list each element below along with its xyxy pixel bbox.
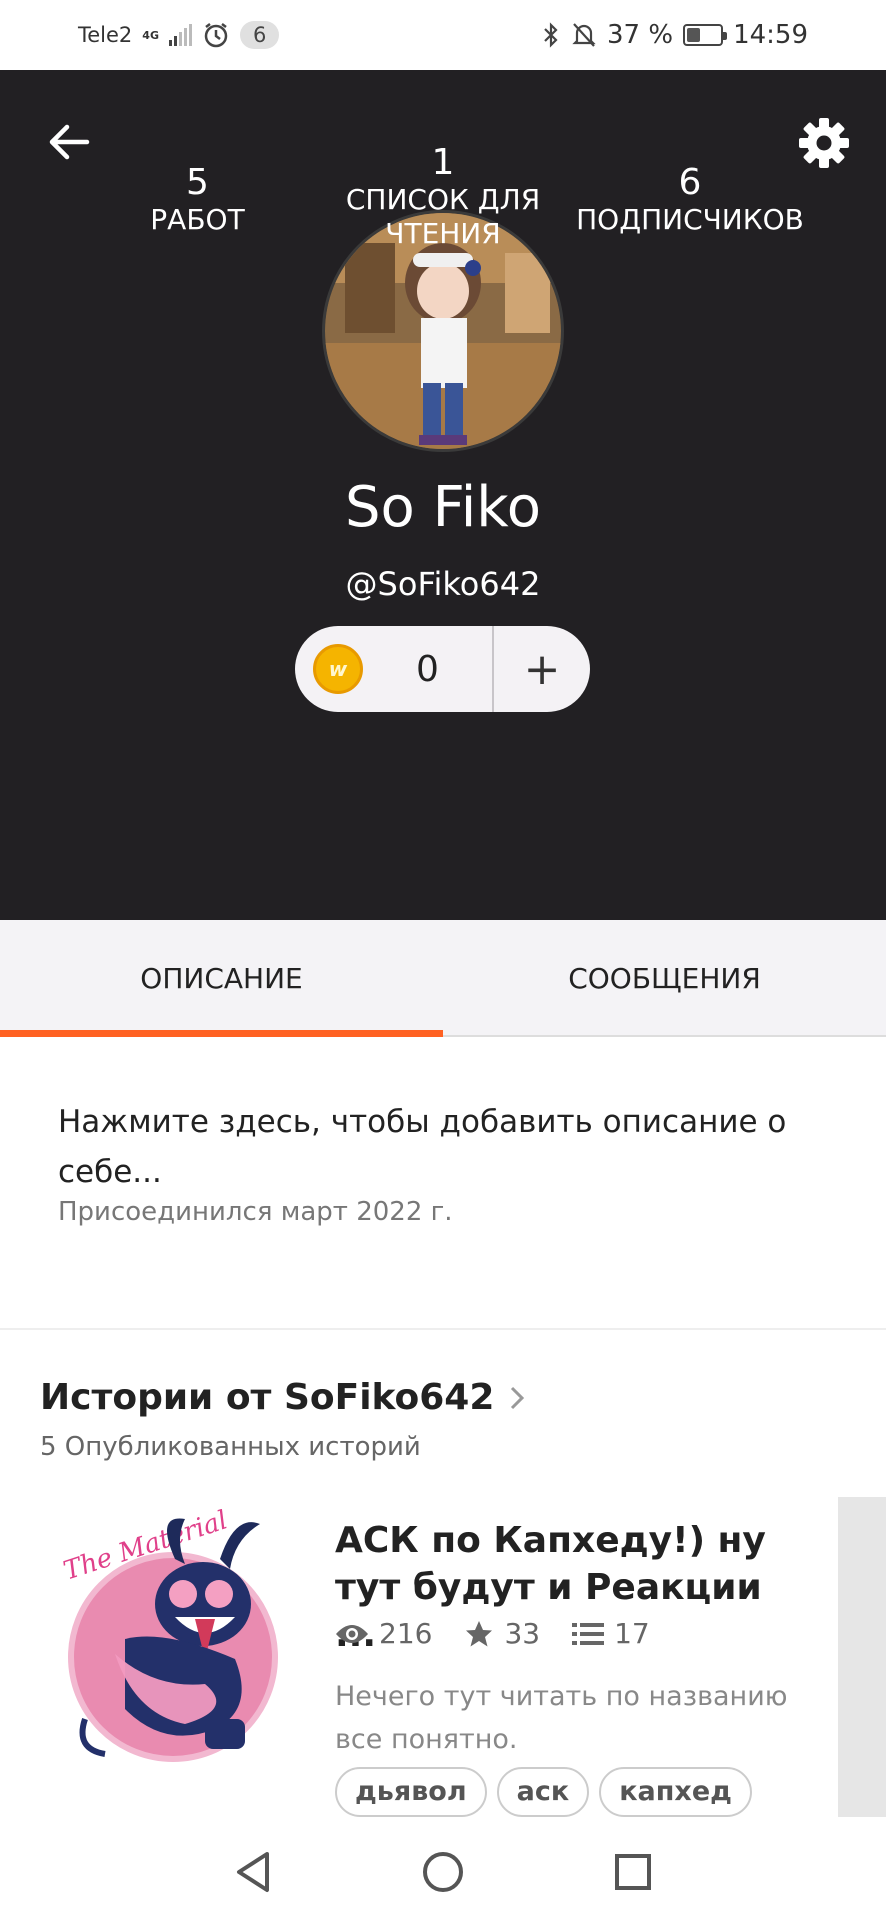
square-recents-icon: [615, 1854, 651, 1890]
reading-label-line2: ЧТЕНИЯ: [385, 217, 501, 250]
circle-home-icon: [423, 1852, 463, 1892]
coin-icon: w: [313, 644, 363, 694]
tag-chip[interactable]: аск: [496, 1767, 590, 1817]
signal-icon: [168, 24, 192, 46]
username: @SoFiko642: [345, 565, 541, 603]
triangle-back-icon: [237, 1852, 269, 1892]
stories-title: Истории от SoFiko642: [40, 1377, 495, 1418]
status-bar: Tele2 4G 6 37 % 14:59: [0, 0, 886, 70]
stories-count: 5 Опубликованных историй: [40, 1432, 421, 1462]
mute-icon: [572, 23, 596, 47]
tag-chip[interactable]: капхед: [599, 1767, 752, 1817]
parts-stat: 17: [572, 1617, 650, 1650]
stat-reading-lists[interactable]: 1 СПИСОК ДЛЯ ЧТЕНИЯ: [320, 142, 566, 251]
followers-count: 6: [678, 162, 702, 203]
nav-home-button[interactable]: [413, 1842, 473, 1902]
profile-tabs: ОПИСАНИЕ СООБЩЕНИЯ: [0, 920, 886, 1039]
stories-section: Истории от SoFiko642 5 Опубликованных ис…: [0, 1332, 886, 1824]
story-card[interactable]: The Material АСК по Капхеду!) ну тут буд…: [0, 1497, 886, 1817]
add-coins-button[interactable]: +: [494, 626, 590, 712]
chevron-right-icon: [511, 1386, 525, 1409]
parts-count: 17: [614, 1617, 650, 1650]
tab-messages[interactable]: СООБЩЕНИЯ: [443, 920, 886, 1037]
stat-works[interactable]: 5 РАБОТ: [90, 162, 305, 237]
notification-count-badge: 6: [239, 21, 280, 49]
votes-stat: 33: [464, 1617, 540, 1650]
arrow-left-icon: [49, 124, 90, 160]
tag-chip[interactable]: дьявол: [335, 1767, 487, 1817]
plus-icon: +: [523, 643, 561, 695]
carrier-label: Tele2: [78, 23, 133, 47]
works-count: 5: [186, 162, 209, 203]
status-left: Tele2 4G 6: [78, 21, 280, 49]
add-description-prompt[interactable]: Нажмите здесь, чтобы добавить описание о…: [58, 1097, 828, 1197]
views-stat: 216: [335, 1617, 432, 1650]
story-description: Нечего тут читать по названию все понятн…: [335, 1681, 788, 1755]
system-nav-bar: [0, 1824, 886, 1920]
followers-label: ПОДПИСЧИКОВ: [576, 203, 804, 236]
views-count: 216: [379, 1617, 433, 1650]
coin-widget: w 0 +: [295, 626, 590, 712]
bluetooth-icon: [544, 22, 558, 48]
stories-header-link[interactable]: Истории от SoFiko642: [40, 1377, 526, 1418]
star-icon: [466, 1620, 493, 1646]
battery-icon: [683, 24, 728, 46]
story-tags: дьявол аск капхед: [335, 1767, 752, 1817]
story-stats: 216 33 17: [335, 1617, 672, 1650]
reading-label-line1: СПИСОК ДЛЯ: [345, 183, 541, 216]
eye-icon: [336, 1624, 368, 1643]
joined-date: Присоединился март 2022 г.: [58, 1197, 453, 1227]
reading-count: 1: [431, 142, 455, 183]
battery-percent: 37 %: [607, 20, 674, 50]
status-right: 37 % 14:59: [541, 20, 808, 50]
display-name: So Fiko: [345, 475, 541, 540]
list-icon: [572, 1622, 605, 1645]
nav-recents-button[interactable]: [603, 1842, 663, 1902]
tab-description[interactable]: ОПИСАНИЕ: [0, 920, 443, 1039]
about-section: Нажмите здесь, чтобы добавить описание о…: [0, 1037, 886, 1330]
carousel-next-peek[interactable]: [838, 1497, 886, 1817]
clock: 14:59: [733, 20, 808, 50]
network-badge: 4G: [142, 30, 159, 41]
profile-header: So Fiko @SoFiko642 w 0 + 5 РАБОТ 1 СПИСО…: [0, 70, 886, 920]
network-label: 4G: [142, 28, 159, 42]
nav-back-button[interactable]: [223, 1842, 283, 1902]
alarm-icon: [204, 23, 228, 48]
works-label: РАБОТ: [150, 203, 245, 236]
stat-followers[interactable]: 6 ПОДПИСЧИКОВ: [570, 162, 810, 237]
story-cover-image: The Material: [55, 1505, 285, 1779]
coin-count: 0: [416, 648, 439, 690]
votes-count: 33: [504, 1617, 541, 1650]
